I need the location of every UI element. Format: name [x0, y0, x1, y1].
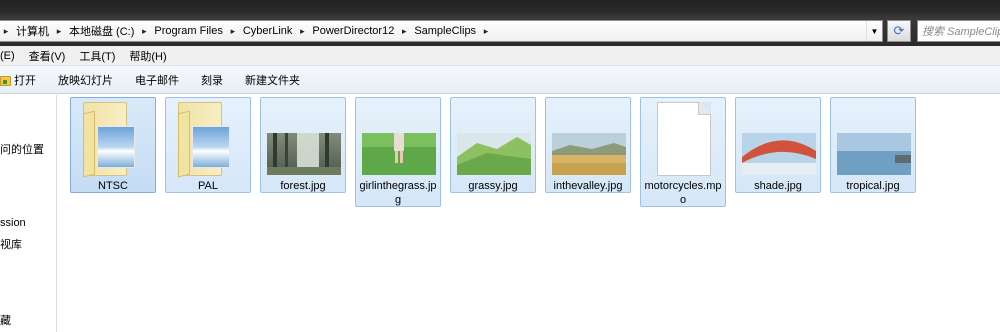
breadcrumb-local-disk[interactable]: 本地磁盘 (C:) — [65, 23, 138, 39]
chevron-right-icon[interactable]: ▸ — [480, 26, 492, 37]
file-item[interactable]: NTSC — [70, 97, 156, 193]
burn-label: 刻录 — [201, 74, 223, 87]
blank-file-icon — [657, 102, 711, 176]
refresh-icon: ⟳ — [893, 23, 905, 38]
chevron-right-icon[interactable]: ▸ — [53, 26, 65, 37]
navigation-pane[interactable]: 问的位置 ssion 视库 藏 — [0, 95, 57, 332]
file-name: NTSC — [98, 180, 128, 192]
forest-thumbnail — [267, 133, 341, 175]
file-name: shade.jpg — [754, 180, 802, 192]
grass-thumbnail — [457, 133, 531, 175]
nav-item-recent-places[interactable]: 问的位置 — [0, 141, 44, 157]
girl-in-grass-thumbnail — [362, 133, 436, 175]
menu-bar: (E) 查看(V) 工具(T) 帮助(H) — [0, 46, 1000, 66]
file-item[interactable]: grassy.jpg — [450, 97, 536, 193]
file-item[interactable]: forest.jpg — [260, 97, 346, 193]
valley-thumbnail — [552, 133, 626, 175]
file-item[interactable]: motorcycles.mpo — [640, 97, 726, 207]
file-name: girlinthegrass.jpg — [359, 180, 437, 206]
command-bar: 打开 放映幻灯片 电子邮件 刻录 新建文件夹 — [0, 66, 1000, 94]
address-bar-row: ▸ 计算机 ▸ 本地磁盘 (C:) ▸ Program Files ▸ Cybe… — [0, 0, 1000, 46]
new-folder-label: 新建文件夹 — [245, 74, 300, 87]
address-dropdown-button[interactable]: ▼ — [866, 21, 882, 41]
new-folder-button[interactable]: 新建文件夹 — [234, 66, 311, 93]
breadcrumb-program-files[interactable]: Program Files — [150, 25, 226, 37]
chevron-right-icon[interactable]: ▸ — [0, 26, 12, 37]
breadcrumb-computer[interactable]: 计算机 — [12, 23, 53, 39]
file-name: tropical.jpg — [846, 180, 900, 192]
file-list[interactable]: NTSC PAL forest.jpg girlinthegrass.jpg g… — [58, 95, 1000, 332]
breadcrumb-cyberlink[interactable]: CyberLink — [239, 25, 297, 37]
file-item[interactable]: shade.jpg — [735, 97, 821, 193]
file-item[interactable]: tropical.jpg — [830, 97, 916, 193]
slideshow-button[interactable]: 放映幻灯片 — [47, 66, 124, 93]
search-box[interactable]: 搜索 SampleClips — [917, 20, 1000, 42]
umbrella-thumbnail — [742, 133, 816, 175]
email-label: 电子邮件 — [135, 74, 179, 87]
file-name: grassy.jpg — [468, 180, 518, 192]
open-icon — [0, 75, 11, 86]
burn-button[interactable]: 刻录 — [190, 66, 234, 93]
chevron-right-icon[interactable]: ▸ — [227, 26, 239, 37]
breadcrumb-sampleclips[interactable]: SampleClips — [410, 25, 480, 37]
file-item[interactable]: inthevalley.jpg — [545, 97, 631, 193]
refresh-button[interactable]: ⟳ — [887, 20, 911, 42]
address-bar[interactable]: ▸ 计算机 ▸ 本地磁盘 (C:) ▸ Program Files ▸ Cybe… — [0, 20, 883, 42]
chevron-down-icon: ▼ — [870, 26, 879, 36]
file-item[interactable]: girlinthegrass.jpg — [355, 97, 441, 207]
file-name: PAL — [198, 180, 218, 192]
menu-help[interactable]: 帮助(H) — [122, 48, 173, 64]
file-name: inthevalley.jpg — [553, 180, 623, 192]
folder-icon — [174, 102, 244, 178]
folder-icon — [79, 102, 149, 178]
open-button[interactable]: 打开 — [0, 66, 47, 93]
chevron-right-icon[interactable]: ▸ — [138, 26, 150, 37]
breadcrumb-powerdirector12[interactable]: PowerDirector12 — [308, 25, 398, 37]
chevron-right-icon[interactable]: ▸ — [398, 26, 410, 37]
file-name: forest.jpg — [280, 180, 326, 192]
menu-tools[interactable]: 工具(T) — [72, 48, 122, 64]
open-label: 打开 — [14, 74, 36, 87]
file-name: motorcycles.mpo — [644, 180, 722, 206]
sea-thumbnail — [837, 133, 911, 175]
slideshow-label: 放映幻灯片 — [58, 74, 113, 87]
menu-edit[interactable]: (E) — [0, 50, 22, 62]
nav-item-session[interactable]: ssion — [0, 217, 26, 229]
file-item[interactable]: PAL — [165, 97, 251, 193]
menu-view[interactable]: 查看(V) — [22, 48, 73, 64]
search-input[interactable]: 搜索 SampleClips — [922, 23, 1000, 39]
chevron-right-icon[interactable]: ▸ — [296, 26, 308, 37]
email-button[interactable]: 电子邮件 — [124, 66, 190, 93]
nav-item-collection[interactable]: 藏 — [0, 312, 11, 328]
breadcrumb: ▸ 计算机 ▸ 本地磁盘 (C:) ▸ Program Files ▸ Cybe… — [0, 21, 492, 41]
nav-item-video-library[interactable]: 视库 — [0, 236, 22, 252]
